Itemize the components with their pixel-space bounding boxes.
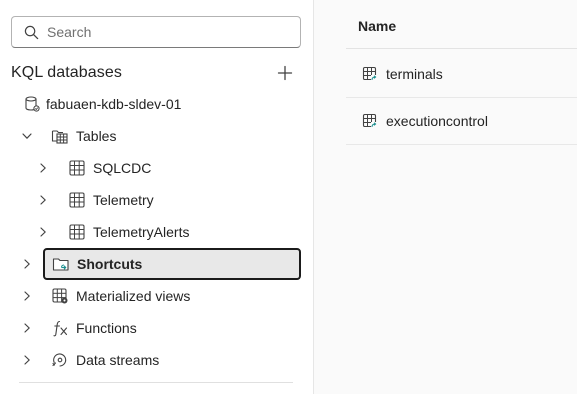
table-label: TelemetryAlerts <box>93 224 190 240</box>
kql-databases-header: KQL databases <box>11 60 301 86</box>
table-row[interactable]: executioncontrol <box>346 98 577 145</box>
table-row[interactable]: terminals <box>346 51 577 98</box>
tree-item-database[interactable]: fabuaen-kdb-sldev-01 <box>22 88 181 120</box>
chevron-right-icon[interactable] <box>19 256 35 272</box>
tree-item-table[interactable]: TelemetryAlerts <box>35 216 189 248</box>
database-label: fabuaen-kdb-sldev-01 <box>46 96 182 112</box>
table-icon <box>67 158 87 178</box>
function-icon <box>50 318 70 338</box>
search-icon <box>24 25 39 40</box>
tree-item-functions[interactable]: Functions <box>19 312 137 344</box>
shortcut-table-icon <box>360 111 380 131</box>
chevron-right-icon[interactable] <box>19 352 35 368</box>
materialized-views-label: Materialized views <box>76 288 191 304</box>
shortcut-folder-icon <box>51 254 71 274</box>
tree-item-table[interactable]: SQLCDC <box>35 152 151 184</box>
tree-item-tables[interactable]: Tables <box>19 120 116 152</box>
app-root: KQL databases fabuaen-kdb-sldev-01 <box>0 0 577 394</box>
tables-label: Tables <box>76 128 117 144</box>
section-title: KQL databases <box>11 64 123 81</box>
table-name: terminals <box>386 66 443 82</box>
functions-label: Functions <box>76 320 137 336</box>
data-streams-label: Data streams <box>76 352 160 368</box>
tables-folder-icon <box>50 126 70 146</box>
table-label: Telemetry <box>93 192 154 208</box>
tree-item-table[interactable]: Telemetry <box>35 184 154 216</box>
chevron-down-icon[interactable] <box>19 128 35 144</box>
search-box[interactable] <box>11 16 301 48</box>
database-icon <box>22 94 42 114</box>
table-name: executioncontrol <box>386 113 488 129</box>
chevron-right-icon[interactable] <box>35 192 51 208</box>
search-input[interactable] <box>47 24 277 40</box>
chevron-right-icon[interactable] <box>35 160 51 176</box>
materialized-view-icon <box>50 286 70 306</box>
divider <box>19 382 293 383</box>
chevron-right-icon[interactable] <box>19 288 35 304</box>
tree-item-data-streams[interactable]: Data streams <box>19 344 159 376</box>
header-divider <box>346 48 577 49</box>
add-icon[interactable] <box>274 62 296 84</box>
table-icon <box>67 190 87 210</box>
shortcuts-label: Shortcuts <box>77 256 143 272</box>
column-header-name[interactable]: Name <box>358 18 396 34</box>
chevron-right-icon[interactable] <box>19 320 35 336</box>
tree-item-materialized-views[interactable]: Materialized views <box>19 280 190 312</box>
table-icon <box>67 222 87 242</box>
table-label: SQLCDC <box>93 160 152 176</box>
chevron-right-icon[interactable] <box>35 224 51 240</box>
shortcut-table-icon <box>360 64 380 84</box>
data-stream-icon <box>50 350 70 370</box>
tree-item-shortcuts[interactable]: Shortcuts <box>19 248 142 280</box>
explorer-pane: KQL databases fabuaen-kdb-sldev-01 <box>0 0 313 394</box>
table-list-pane: Name terminals executioncontrol <box>314 0 577 394</box>
